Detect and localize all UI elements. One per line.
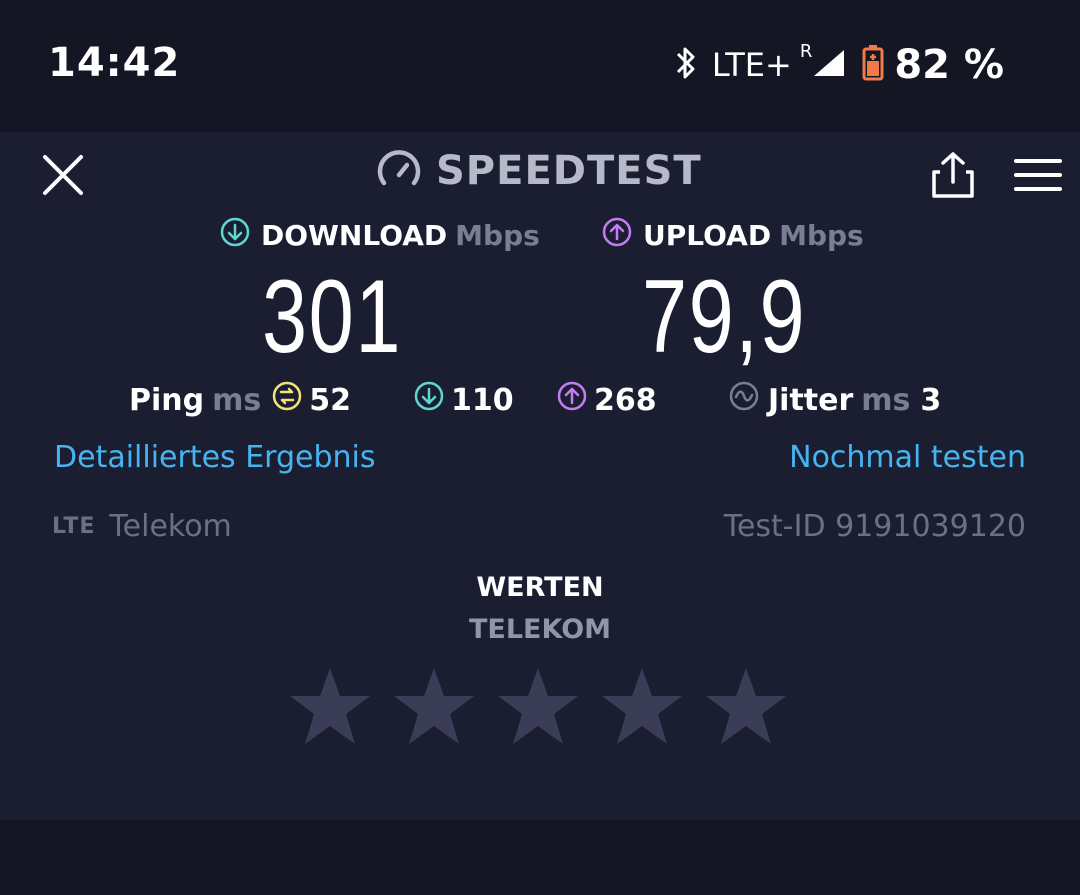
ping-download-icon [413,380,445,420]
download-arrow-icon [219,216,251,255]
speedtest-logo: SPEEDTEST [376,148,702,194]
connection-info: LTE Telekom [52,509,232,544]
jitter-value: 3 [920,382,942,418]
upload-header: UPLOAD Mbps [601,216,864,255]
test-id: Test-ID 9191039120 [723,509,1026,544]
retest-link[interactable]: Nochmal testen [789,440,1026,475]
star-icon[interactable] [288,666,372,750]
upload-value: 79,9 [642,259,807,375]
download-value: 301 [262,259,403,375]
bottom-area [0,820,1080,895]
star-icon[interactable] [496,666,580,750]
speedometer-icon [376,149,422,193]
provider-name: Telekom [109,509,232,544]
detailed-result-link[interactable]: Detailliertes Ergebnis [54,440,376,475]
ping-unit: ms [212,382,262,418]
jitter-label: Jitter [768,382,854,418]
ping-download: 110 [413,380,514,420]
status-icons: LTE+ R 82 % [672,40,1004,88]
status-time: 14:42 [48,40,181,86]
upload-unit: Mbps [779,219,864,252]
rating-title: WERTEN [476,572,604,603]
bluetooth-icon [672,45,700,85]
share-icon [932,152,974,198]
status-bar: 14:42 LTE+ R 82 % [0,0,1080,132]
signal-icon [812,48,846,82]
battery-icon [862,45,884,85]
menu-button[interactable] [1014,158,1062,192]
ping-idle-icon [271,380,303,420]
star-icon[interactable] [600,666,684,750]
ping-upload: 268 [556,380,657,420]
download-unit: Mbps [455,219,540,252]
ping-download-value: 110 [451,382,514,418]
jitter-unit: ms [861,382,911,418]
battery-percent: 82 % [894,42,1004,88]
ping-idle-value: 52 [309,382,351,418]
jitter: Jitter ms 3 [728,380,941,420]
download-header: DOWNLOAD Mbps [219,216,540,255]
connection-type: LTE [52,514,96,539]
share-button[interactable] [928,150,978,200]
rating-subject: TELEKOM [468,614,612,645]
star-icon[interactable] [392,666,476,750]
app-title: SPEEDTEST [436,148,702,194]
ping-upload-icon [556,380,588,420]
ping-label: Ping [129,382,205,418]
ping-upload-value: 268 [594,382,657,418]
ping-idle: Ping ms 52 [129,380,351,420]
roaming-indicator: R [799,40,813,62]
menu-icon [1014,159,1062,191]
rating-stars [288,666,808,750]
star-icon[interactable] [704,666,788,750]
download-label: DOWNLOAD [261,219,448,252]
close-button[interactable] [40,152,86,198]
network-type: LTE+ [711,46,792,84]
close-icon [43,155,83,195]
upload-label: UPLOAD [643,219,772,252]
jitter-icon [728,380,760,420]
upload-arrow-icon [601,216,633,255]
